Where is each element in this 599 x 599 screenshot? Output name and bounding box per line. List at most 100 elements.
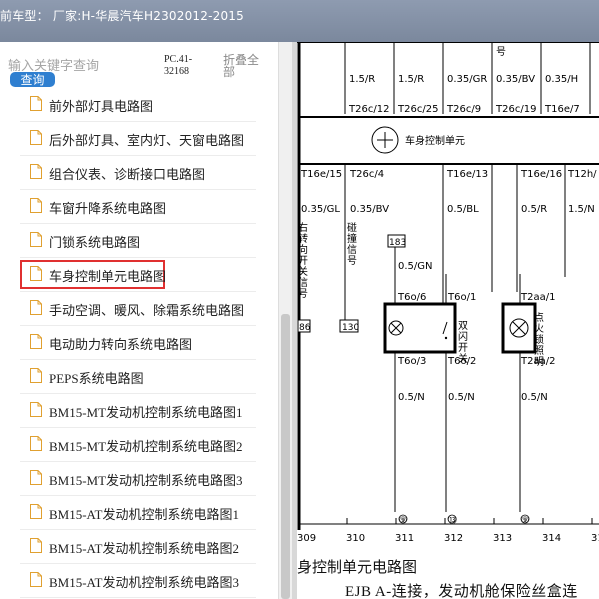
wire-label: 0.35/H [545, 74, 578, 85]
tree-item[interactable]: 后外部灯具、室内灯、天窗电路图 [20, 122, 256, 156]
lamp-label: 点火锁照明 [532, 312, 544, 367]
pin-label: T26c/25 [397, 104, 438, 115]
circuit-diagram-svg: 309 310 311 312 313 314 315 1.5/R 1.5/R 0.35/GR 0… [297, 42, 599, 544]
document-icon [30, 504, 42, 519]
document-icon [30, 402, 42, 417]
tree-item-label: BM15-AT发动机控制系统电路图1 [49, 507, 239, 522]
collapse-all-link[interactable]: 折叠全部 [223, 54, 263, 78]
tree-item[interactable]: BM15-MT发动机控制系统电路图1 [20, 394, 256, 428]
document-icon [30, 538, 42, 553]
tree-item-label: PEPS系统电路图 [49, 371, 144, 386]
tree-item-label: BM15-AT发动机控制系统电路图2 [49, 541, 239, 556]
grid-number: 313 [493, 533, 512, 544]
tree-item[interactable]: 车身控制单元电路图 [20, 258, 256, 292]
pin-label: T26c/12 [348, 104, 389, 115]
tree-item-label: BM15-AT发动机控制系统电路图3 [49, 575, 239, 590]
tree-item[interactable]: 手动空调、暖风、除霜系统电路图 [20, 292, 256, 326]
search-button[interactable]: 查询 [10, 72, 55, 87]
tree-item[interactable]: 组合仪表、诊断接口电路图 [20, 156, 256, 190]
grid-number: 312 [444, 533, 463, 544]
wire-label: 0.35/BV [496, 74, 535, 85]
pin-label: T12h/ [567, 169, 597, 180]
pin-label: T2aa/1 [520, 292, 555, 303]
pc-code: PC.41-32168 [164, 54, 193, 77]
document-icon [30, 198, 42, 213]
wire-label: 0.5/N [398, 392, 425, 403]
grid-number: 314 [542, 533, 561, 544]
document-icon [30, 572, 42, 587]
wire-label: 0.35/GR [447, 74, 487, 85]
window-title-bar: 前车型： 厂家:H-华晨汽车H2302012-2015 [0, 0, 599, 42]
document-icon [30, 130, 42, 145]
tree-item-label: 电动助力转向系统电路图 [49, 337, 193, 352]
window-title: 前车型： 厂家:H-华晨汽车H2302012-2015 [0, 9, 244, 23]
ground-marker: ⑬ [448, 515, 457, 526]
tree-item-label: BM15-MT发动机控制系统电路图1 [49, 405, 243, 420]
ref-label: 183 [389, 238, 406, 248]
tree-item-label: 前外部灯具电路图 [49, 99, 154, 114]
tree-item-label: BM15-MT发动机控制系统电路图2 [49, 439, 243, 454]
wire-label: 1.5/N [568, 204, 595, 215]
tree-item[interactable]: BM15-AT发动机控制系统电路图2 [20, 530, 256, 564]
document-icon [30, 436, 42, 451]
grid-number: 311 [395, 533, 414, 544]
wire-label: 0.35/BV [350, 204, 389, 215]
signal-label: 碰撞信号 [345, 221, 357, 266]
wire-label: 0.5/BL [447, 204, 479, 215]
tree-item[interactable]: BM15-AT发动机控制系统电路图1 [20, 496, 256, 530]
wire-label: 0.5/GN [398, 261, 433, 272]
document-icon [30, 96, 42, 111]
module-label: 车身控制单元 [405, 134, 465, 147]
document-icon [30, 266, 42, 281]
wire-label: 0.5/N [521, 392, 548, 403]
document-icon [30, 164, 42, 179]
tree-item[interactable]: 车窗升降系统电路图 [20, 190, 256, 224]
diagram-caption: 身控制单元电路图 [297, 560, 418, 576]
diagram-tree-list: 前外部灯具电路图后外部灯具、室内灯、天窗电路图 组合仪表、诊断接口电路图 车窗升降系… [0, 88, 268, 598]
pin-label: T26c/9 [446, 104, 481, 115]
wire-label: 1.5/R [349, 74, 375, 85]
document-icon [30, 300, 42, 315]
tree-item[interactable]: 前外部灯具电路图 [20, 88, 256, 122]
tree-item[interactable]: BM15-MT发动机控制系统电路图2 [20, 428, 256, 462]
wire-label: 0.35/GL [301, 204, 340, 215]
ref-label: 130 [342, 323, 359, 333]
wire-label: 0.5/N [448, 392, 475, 403]
tree-scrollbar[interactable] [278, 42, 292, 599]
grid-number: 310 [346, 533, 365, 544]
pin-label: T26c/4 [349, 169, 384, 180]
tree-item-label: 后外部灯具、室内灯、天窗电路图 [49, 133, 245, 148]
pin-label: T6o/3 [397, 356, 426, 367]
tree-item-label: 车窗升降系统电路图 [49, 201, 167, 216]
ground-marker: ⑨ [399, 516, 407, 526]
wire-label: 0.5/R [521, 204, 547, 215]
tree-item[interactable]: PEPS系统电路图 [20, 360, 256, 394]
wire-label: 1.5/R [398, 74, 424, 85]
tree-item[interactable]: BM15-AT发动机控制系统电路图3 [20, 564, 256, 598]
pin-label: T16e/7 [544, 104, 580, 115]
diagram-footnote: EJB A-连接，发动机舱保险丝盒连 [345, 584, 578, 599]
pin-label: T26c/19 [495, 104, 536, 115]
tree-item-label: 门锁系统电路图 [49, 235, 141, 250]
tree-item[interactable]: 电动助力转向系统电路图 [20, 326, 256, 360]
partial-label: 号 [496, 46, 506, 58]
switch-label: 双闪开关 [456, 320, 468, 364]
tree-item-label: 组合仪表、诊断接口电路图 [49, 167, 206, 182]
document-icon [30, 368, 42, 383]
tree-item-label: 车身控制单元电路图 [49, 269, 167, 284]
circuit-diagram-view[interactable]: 309 310 311 312 313 314 315 1.5/R 1.5/R 0.35/GR 0… [297, 42, 599, 599]
pin-label: T16e/16 [520, 169, 562, 180]
tree-item-label: BM15-MT发动机控制系统电路图3 [49, 473, 243, 488]
tree-item[interactable]: BM15-MT发动机控制系统电路图3 [20, 462, 256, 496]
navigation-panel: 查询 PC.41-32168 折叠全部 前外部灯具电路图后外部灯具、室内灯、天窗… [0, 42, 278, 599]
document-icon [30, 232, 42, 247]
signal-label: 右转向开关信号 [297, 221, 308, 299]
tree-item[interactable]: 门锁系统电路图 [20, 224, 256, 258]
ref-label: 86 [299, 323, 311, 333]
grid-number: 315 [591, 533, 599, 544]
pin-label: T16e/13 [446, 169, 488, 180]
scrollbar-thumb[interactable] [281, 314, 290, 599]
pin-label: T16e/15 [300, 169, 342, 180]
pin-label: T6o/6 [397, 292, 426, 303]
ground-marker: ⑨ [521, 516, 529, 526]
